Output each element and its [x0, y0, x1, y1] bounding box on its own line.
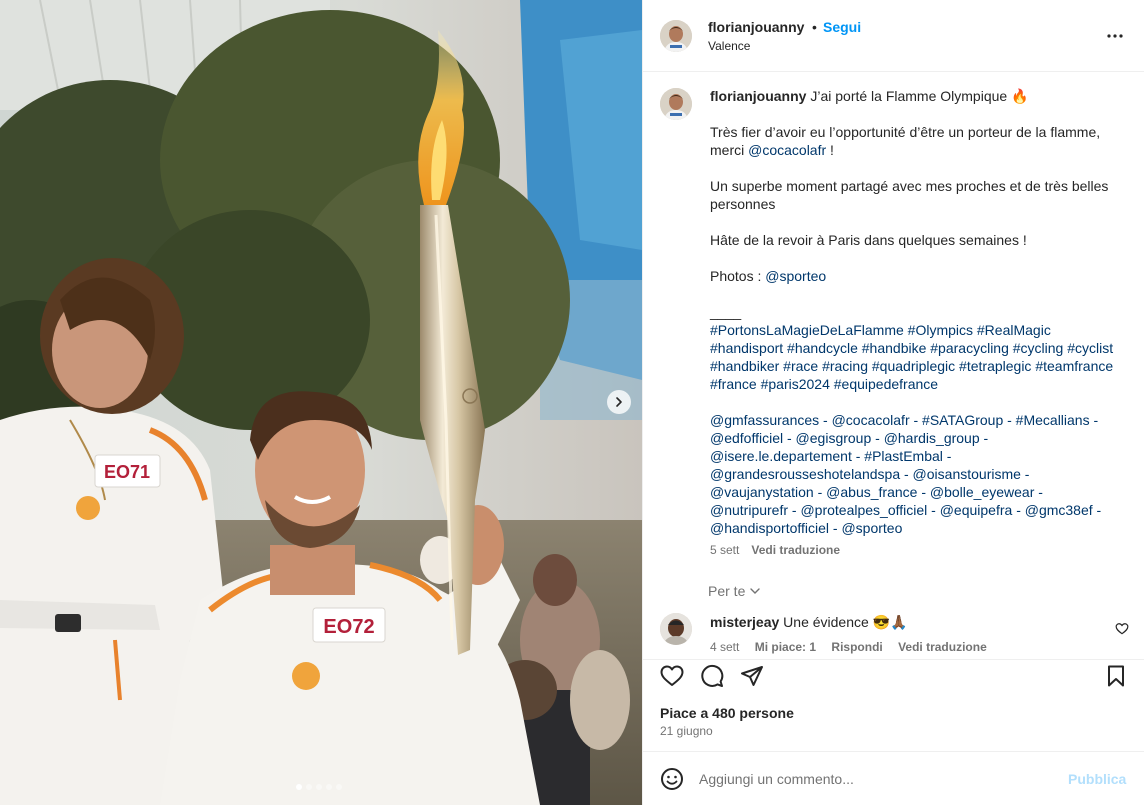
chevron-down-icon — [750, 588, 761, 594]
comment-reply-button[interactable]: Rispondi — [831, 640, 882, 654]
carousel-dot — [326, 784, 332, 790]
caption-username[interactable]: florianjouanny — [710, 88, 806, 104]
comment-meta: 4 sett Mi piace: 1 Rispondi Vedi traduzi… — [710, 640, 999, 654]
caption-translate-button[interactable]: Vedi traduzione — [751, 543, 840, 557]
commenter-avatar[interactable] — [660, 613, 692, 645]
save-icon[interactable] — [1104, 664, 1128, 688]
caption-paragraph-3: Hâte de la revoir à Paris dans quelques … — [710, 232, 1027, 248]
comment-likes[interactable]: Mi piace: 1 — [755, 640, 816, 654]
comment-timestamp[interactable]: 4 sett — [710, 640, 739, 654]
comment-heart-icon[interactable] — [1115, 622, 1129, 636]
share-icon[interactable] — [740, 664, 764, 688]
post-date[interactable]: 21 giugno — [660, 724, 713, 738]
header-separator: • — [812, 19, 817, 35]
comment-item: misterjeay Une évidence 😎🙏🏾 — [710, 614, 1110, 631]
carousel-dot — [306, 784, 312, 790]
caption-avatar[interactable] — [660, 88, 692, 120]
comment-icon[interactable] — [700, 664, 724, 688]
post-actions: Piace a 480 persone 21 giugno — [643, 659, 1144, 751]
post-header: florianjouanny • Segui Valence — [643, 0, 1144, 72]
caption-paragraph-1-end: ! — [826, 142, 834, 158]
comment-text: Une évidence 😎🙏🏾 — [783, 614, 908, 630]
emoji-icon[interactable] — [660, 767, 684, 791]
carousel-dot — [316, 784, 322, 790]
comment-input[interactable] — [699, 768, 1059, 790]
post-location[interactable]: Valence — [708, 39, 750, 53]
bib-number-left: EO71 — [104, 462, 150, 482]
more-icon[interactable] — [1103, 24, 1127, 48]
author-avatar[interactable] — [660, 20, 692, 52]
comments-section[interactable]: florianjouanny J’ai porté la Flamme Olym… — [643, 72, 1144, 659]
for-you-toggle[interactable]: Per te — [708, 583, 761, 599]
caption-first-line: J’ai porté la Flamme Olympique 🔥 — [810, 88, 1029, 104]
follow-button[interactable]: Segui — [823, 19, 861, 35]
comment-translate-button[interactable]: Vedi traduzione — [898, 640, 987, 654]
post-photo[interactable]: EO71 EO72 — [0, 0, 642, 805]
avatar-image — [660, 88, 692, 120]
photographer-mention[interactable]: @sporteo — [765, 268, 826, 284]
heart-icon[interactable] — [660, 664, 684, 688]
post-caption: florianjouanny J’ai porté la Flamme Olym… — [710, 87, 1120, 559]
avatar-image — [660, 20, 692, 52]
caption-divider: ____ — [710, 304, 742, 320]
post-side-panel: florianjouanny • Segui Valence florianjo… — [642, 0, 1144, 805]
carousel-dot — [296, 784, 302, 790]
bib-number-right: EO72 — [323, 616, 374, 638]
carousel-indicator — [296, 784, 342, 790]
carousel-next-button[interactable] — [607, 390, 631, 414]
olympic-torch-photo: EO71 EO72 — [0, 0, 642, 805]
caption-hashtags[interactable]: #PortonsLaMagieDeLaFlamme #Olympics #Rea… — [710, 321, 1120, 393]
mention-link[interactable]: @cocacolafr — [748, 142, 826, 158]
commenter-username[interactable]: misterjeay — [710, 614, 779, 630]
chevron-right-icon — [616, 397, 622, 407]
for-you-label: Per te — [708, 583, 746, 599]
photos-label: Photos : — [710, 268, 766, 284]
comment-composer: Pubblica — [643, 751, 1144, 805]
publish-button[interactable]: Pubblica — [1068, 771, 1126, 787]
caption-timestamp[interactable]: 5 sett — [710, 543, 739, 557]
carousel-dot — [336, 784, 342, 790]
likes-count[interactable]: Piace a 480 persone — [660, 705, 794, 721]
caption-paragraph-2: Un superbe moment partagé avec mes proch… — [710, 178, 1113, 212]
avatar-image — [660, 613, 692, 645]
caption-mentions[interactable]: @gmfassurances - @cocacolafr - #SATAGrou… — [710, 411, 1120, 537]
author-username[interactable]: florianjouanny — [708, 19, 804, 35]
